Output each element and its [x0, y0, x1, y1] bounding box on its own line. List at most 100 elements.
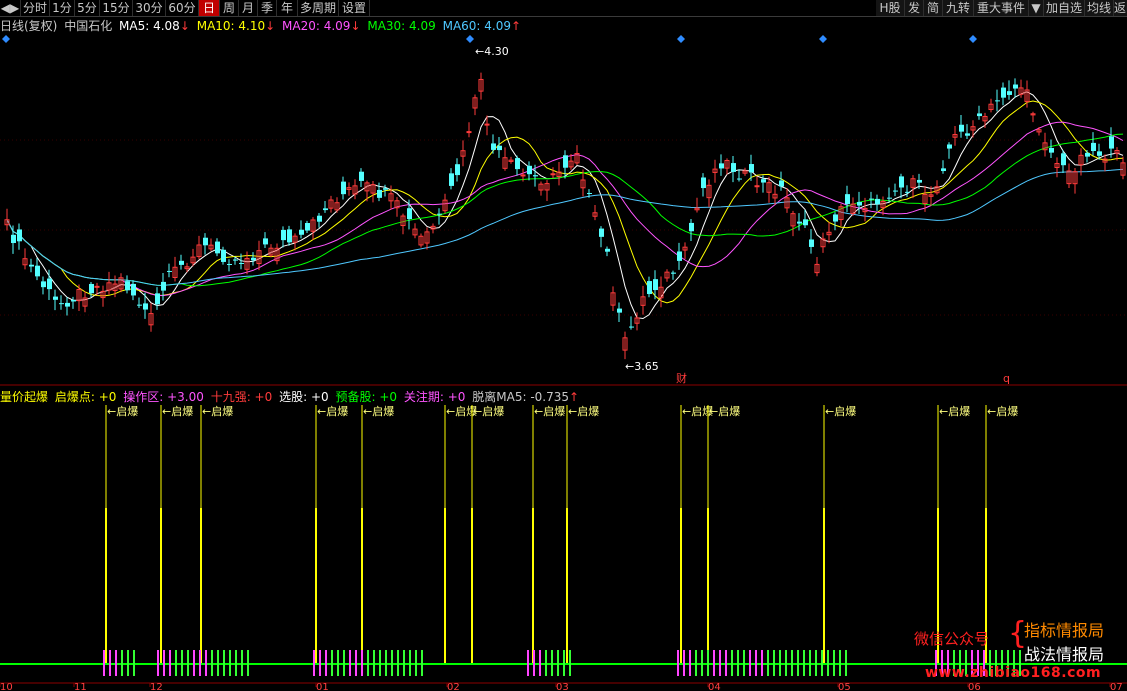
candle-body [917, 179, 922, 183]
candle [82, 291, 88, 313]
candle [605, 246, 610, 257]
candle-body [1085, 152, 1090, 157]
earnings-marker[interactable]: 财 [676, 371, 687, 385]
candle [65, 297, 70, 316]
candle-body [995, 100, 1000, 102]
candle [1061, 150, 1066, 173]
candle [341, 176, 346, 200]
candle [664, 269, 670, 282]
signal-label: ←启爆 [473, 404, 504, 418]
candle-body [731, 163, 736, 172]
qibao-signal: ←启爆 [471, 404, 504, 664]
candle-body [965, 133, 970, 136]
candle [797, 213, 802, 231]
candle-body [131, 283, 136, 296]
diamond-marker-icon [969, 35, 977, 43]
candle-body [281, 229, 286, 241]
candle [208, 238, 214, 252]
candle [977, 105, 982, 120]
candle [833, 212, 838, 231]
qibao-signal: ←启爆 [361, 404, 394, 664]
signal-label: ←启爆 [202, 404, 233, 418]
candle [29, 258, 34, 273]
candle-body [605, 248, 610, 252]
x-axis-label: 06 [968, 682, 981, 691]
candle [682, 242, 688, 259]
candle [772, 185, 778, 205]
candle [640, 285, 646, 315]
candle [418, 233, 424, 248]
candle [677, 242, 682, 270]
candle [412, 223, 418, 239]
candle-body [899, 176, 904, 188]
candle-body [737, 178, 742, 180]
candle [928, 186, 934, 206]
candle-body [407, 208, 412, 220]
candle-body [875, 198, 880, 205]
candle [1091, 132, 1096, 156]
candle [556, 161, 562, 186]
candle-body [317, 215, 322, 222]
candle [845, 185, 850, 213]
candle-body [779, 180, 784, 187]
candle-body [1013, 84, 1018, 89]
candle-body [653, 279, 658, 291]
watermark-site: www.zhibiao168.com [925, 665, 1102, 681]
x-axis-label: 04 [708, 682, 721, 691]
candle-body [550, 173, 556, 176]
candle [875, 194, 880, 211]
candle-body [11, 234, 16, 244]
candle-body [1091, 142, 1096, 152]
candle [803, 209, 808, 228]
candle [1036, 126, 1042, 136]
candle [694, 197, 700, 213]
candle-body [1061, 153, 1066, 166]
candle [41, 276, 46, 295]
candle-body [179, 260, 184, 265]
candle [203, 233, 208, 255]
candle [887, 187, 892, 202]
candle-body [323, 208, 328, 211]
candle-body [1109, 136, 1114, 149]
candle-body [629, 326, 634, 328]
candle [161, 272, 166, 301]
signal-label: ←启爆 [568, 404, 599, 418]
qibao-signal: ←启爆 [566, 404, 599, 664]
candle [106, 271, 112, 295]
signal-label: ←启爆 [317, 404, 348, 418]
candle-body [497, 145, 502, 151]
candle [826, 222, 832, 244]
candle-body [359, 171, 364, 181]
x-axis-label: 05 [838, 682, 851, 691]
x-axis-label: 02 [447, 682, 460, 691]
candle [287, 225, 292, 246]
candle-body [137, 304, 142, 306]
candle [779, 171, 784, 191]
candle [179, 254, 184, 270]
candle-body [803, 219, 808, 226]
candle [215, 238, 220, 257]
candle [292, 233, 298, 251]
candle [455, 158, 460, 182]
candle-body [587, 192, 592, 194]
candle [701, 173, 706, 197]
candle-body [941, 168, 946, 172]
candle-body [809, 239, 814, 247]
candle [515, 155, 520, 176]
candle [647, 276, 652, 298]
candle-body [251, 257, 256, 261]
signal-label: ←启爆 [987, 404, 1018, 418]
candle [317, 213, 322, 228]
qibao-signal: ←启爆 [532, 404, 565, 664]
candle-body [233, 259, 238, 261]
candle [227, 259, 232, 272]
candle-body [466, 131, 472, 134]
candle [370, 180, 376, 203]
candle-body [89, 283, 94, 294]
kline-chart[interactable]: ←4.30 ←3.65 财 q ←启爆 ←启爆 ←启爆 ←启爆 ←启爆 ←启爆←启爆 ←启爆… [0, 0, 1127, 691]
q-marker[interactable]: q [1003, 372, 1010, 385]
candle [508, 156, 514, 164]
qibao-signal: ←启爆 [707, 404, 740, 664]
candle [497, 136, 502, 158]
candle [1030, 111, 1036, 123]
